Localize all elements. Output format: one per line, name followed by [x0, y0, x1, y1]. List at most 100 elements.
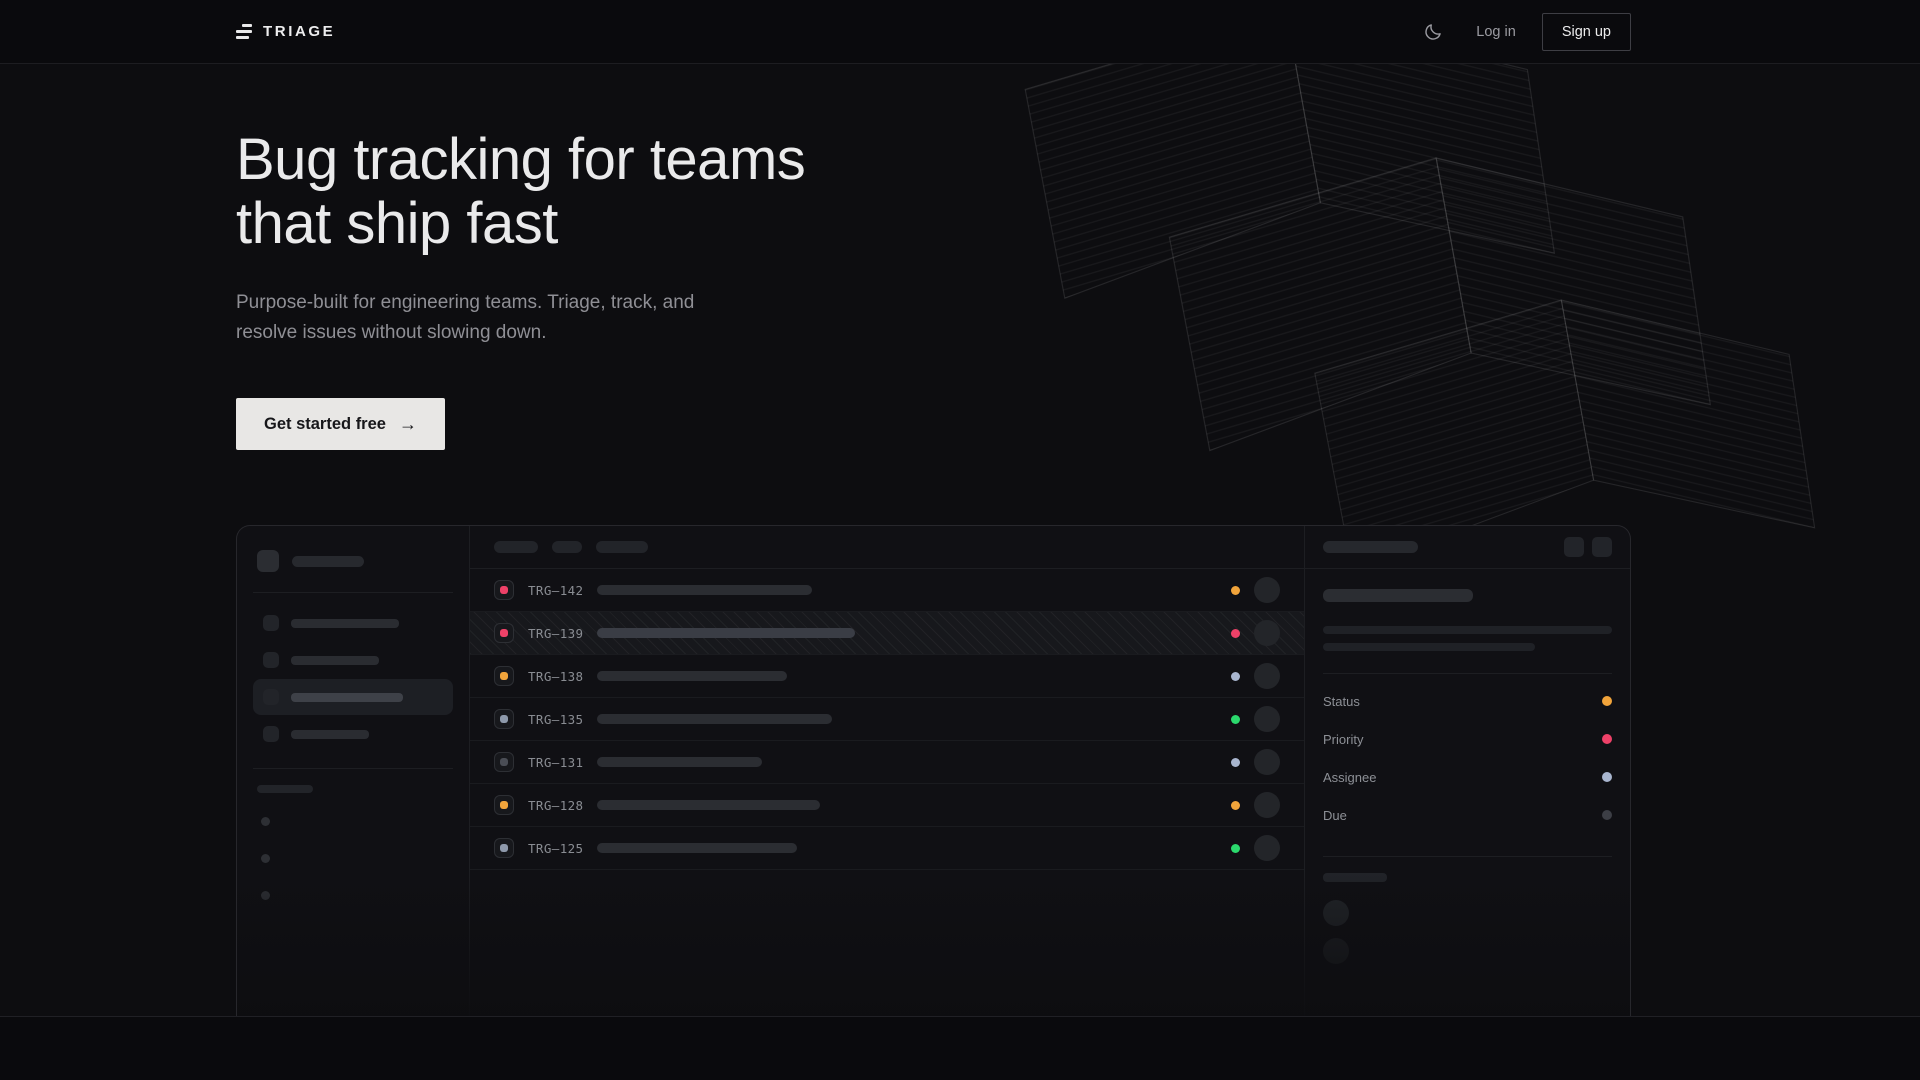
- issue-row: TRG–125: [470, 827, 1304, 870]
- issue-type-badge: [494, 838, 514, 858]
- issue-list: TRG–142 TRG–139 TRG–138 TRG–135 TRG–131: [470, 569, 1304, 870]
- issue-code: TRG–142: [528, 583, 583, 598]
- issue-badge-dot: [500, 586, 508, 594]
- brand[interactable]: TRIAGE: [236, 23, 335, 40]
- sidebar-divider: [253, 768, 453, 769]
- app-mockup: TRG–142 TRG–139 TRG–138 TRG–135 TRG–131: [236, 525, 1631, 1016]
- issue-badge-dot: [500, 801, 508, 809]
- get-started-button[interactable]: Get started free →: [236, 398, 445, 450]
- panel-button-icon: [1564, 537, 1584, 557]
- issue-type-badge: [494, 623, 514, 643]
- get-started-label: Get started free: [264, 415, 386, 434]
- sidebar-section-label-skeleton: [253, 785, 453, 793]
- issue-title-skeleton: [597, 800, 820, 810]
- panel-field-dot: [1602, 810, 1612, 820]
- issue-status-dot: [1231, 801, 1240, 810]
- issue-assignee-avatar: [1254, 706, 1280, 732]
- sidebar-dot: [261, 817, 270, 826]
- issue-assignee-avatar: [1254, 577, 1280, 603]
- signup-button[interactable]: Sign up: [1542, 13, 1631, 51]
- issue-row: TRG–138: [470, 655, 1304, 698]
- issue-list-header: [470, 526, 1304, 569]
- panel-field-dot: [1602, 696, 1612, 706]
- hero-heading-line1: Bug tracking for teams: [236, 127, 805, 192]
- issue-title-skeleton: [597, 585, 812, 595]
- footer: [0, 1016, 1920, 1080]
- detail-panel-body: Status Priority Assignee Due: [1305, 569, 1630, 964]
- panel-button-icon: [1592, 537, 1612, 557]
- sidebar-item-label-skeleton: [291, 619, 399, 628]
- issue-type-badge: [494, 752, 514, 772]
- sidebar-item-icon-skeleton: [263, 652, 279, 668]
- hero-heading-line2: that ship fast: [236, 191, 558, 256]
- brand-name: TRIAGE: [263, 23, 335, 40]
- issue-status-dot: [1231, 758, 1240, 767]
- sidebar-nav-items: [253, 605, 453, 752]
- issue-type-badge: [494, 795, 514, 815]
- panel-field-row: Due: [1323, 796, 1612, 834]
- theme-toggle-button[interactable]: [1416, 15, 1450, 49]
- panel-field-dot: [1602, 734, 1612, 744]
- sidebar-dots: [253, 817, 453, 900]
- issue-assignee-avatar: [1254, 620, 1280, 646]
- comments-label-skeleton: [1323, 873, 1387, 882]
- issue-title-skeleton: [597, 843, 797, 853]
- issue-assignee-avatar: [1254, 792, 1280, 818]
- issue-row: TRG–139: [470, 612, 1304, 655]
- sidebar-divider: [253, 592, 453, 593]
- description-skeleton: [1323, 626, 1612, 634]
- sidebar-nav-item: [253, 679, 453, 715]
- issue-status-dot: [1231, 715, 1240, 724]
- issue-row: TRG–142: [470, 569, 1304, 612]
- issue-title-skeleton: [1323, 589, 1473, 602]
- issue-status-dot: [1231, 586, 1240, 595]
- issue-type-badge: [494, 580, 514, 600]
- issue-type-badge: [494, 709, 514, 729]
- panel-field-label: Priority: [1323, 732, 1363, 747]
- arrow-right-icon: →: [399, 414, 417, 435]
- sidebar-item-icon-skeleton: [263, 726, 279, 742]
- issue-title-skeleton: [597, 757, 762, 767]
- workspace-avatar: [257, 550, 279, 572]
- sidebar-item-label-skeleton: [291, 693, 403, 702]
- panel-field-row: Status: [1323, 682, 1612, 720]
- issue-status-dot: [1231, 844, 1240, 853]
- issue-row: TRG–131: [470, 741, 1304, 784]
- panel-divider: [1323, 673, 1612, 674]
- issue-badge-dot: [500, 629, 508, 637]
- issue-badge-dot: [500, 672, 508, 680]
- issue-row: TRG–128: [470, 784, 1304, 827]
- issue-type-badge: [494, 666, 514, 686]
- issue-code: TRG–125: [528, 841, 583, 856]
- panel-field-dot: [1602, 772, 1612, 782]
- mockup-detail-panel: Status Priority Assignee Due: [1305, 526, 1630, 1016]
- panel-fields: Status Priority Assignee Due: [1323, 682, 1612, 834]
- filter-pill-skeleton: [494, 541, 538, 553]
- top-nav: TRIAGE Log in Sign up: [0, 0, 1920, 64]
- panel-divider: [1323, 856, 1612, 857]
- panel-title-skeleton: [1323, 541, 1418, 553]
- mockup-workspace-header: [253, 544, 453, 592]
- panel-field-row: Priority: [1323, 720, 1612, 758]
- panel-header-buttons: [1564, 537, 1612, 557]
- login-link[interactable]: Log in: [1476, 24, 1516, 40]
- sidebar-item-icon-skeleton: [263, 615, 279, 631]
- panel-field-label: Assignee: [1323, 770, 1376, 785]
- issue-code: TRG–139: [528, 626, 583, 641]
- issue-badge-dot: [500, 844, 508, 852]
- sidebar-nav-item: [253, 716, 453, 752]
- issue-code: TRG–128: [528, 798, 583, 813]
- panel-field-label: Status: [1323, 694, 1360, 709]
- filter-pill-skeleton: [596, 541, 648, 553]
- mockup-sidebar: [237, 526, 470, 1016]
- sidebar-item-label-skeleton: [291, 730, 369, 739]
- workspace-name-skeleton: [292, 556, 364, 567]
- hero-heading: Bug tracking for teams that ship fast: [236, 128, 805, 256]
- issue-assignee-avatar: [1254, 749, 1280, 775]
- sidebar-item-icon-skeleton: [263, 689, 279, 705]
- hero-subtitle: Purpose-built for engineering teams. Tri…: [236, 288, 805, 348]
- moon-icon: [1423, 22, 1443, 42]
- issue-status-dot: [1231, 672, 1240, 681]
- sidebar-dot: [261, 854, 270, 863]
- panel-field-label: Due: [1323, 808, 1347, 823]
